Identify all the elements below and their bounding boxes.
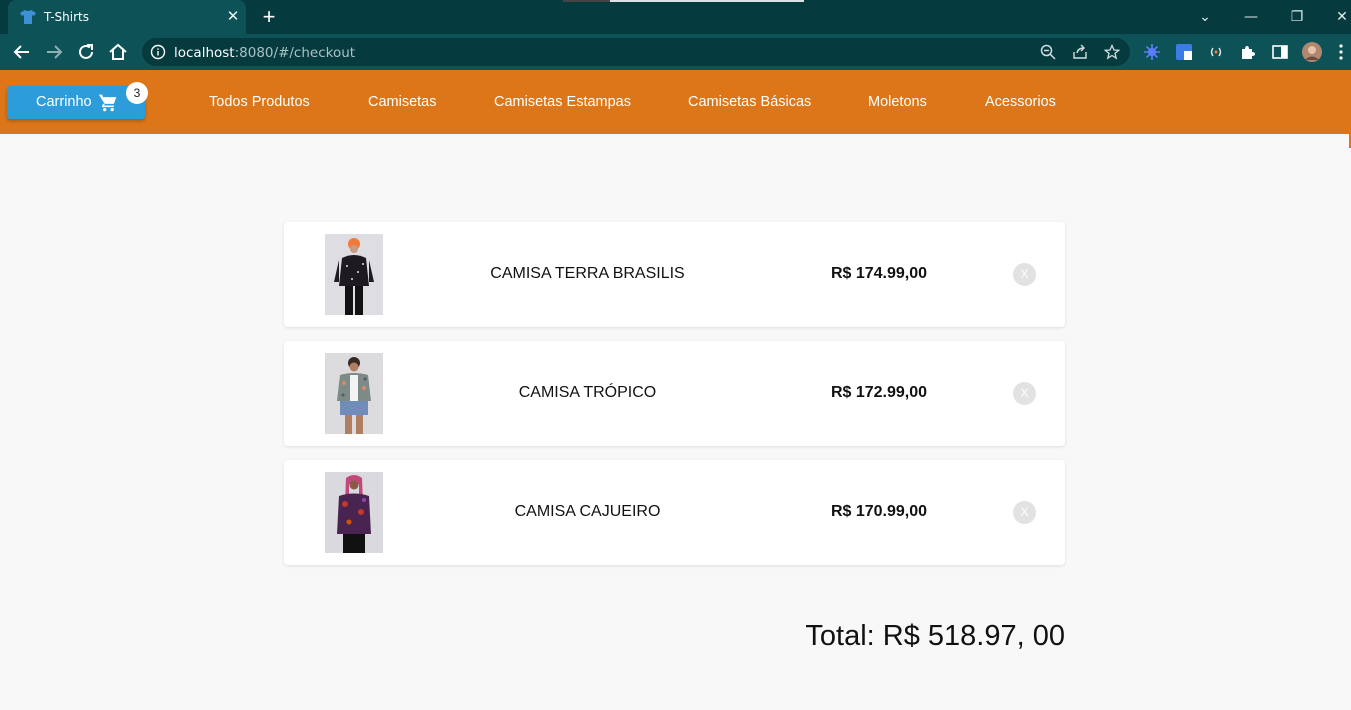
minimize-button[interactable]: — [1241, 7, 1261, 27]
site-header: Carrinho 3 Todos Produtos Camisetas Cami… [0, 70, 1351, 134]
nav-camisetas[interactable]: Camisetas [368, 94, 437, 110]
product-name: CAMISA TRÓPICO [518, 384, 657, 401]
product-price: R$ 172.99,00 [830, 384, 928, 401]
product-name: CAMISA CAJUEIRO [514, 503, 661, 520]
restore-button[interactable]: ❐ [1287, 7, 1307, 27]
home-icon[interactable] [107, 41, 129, 63]
translate-icon[interactable] [1175, 43, 1193, 61]
cart-button[interactable]: Carrinho [7, 86, 145, 119]
browser-toolbar: localhost:8080/#/checkout [0, 34, 1351, 70]
close-window-button[interactable]: ✕ [1332, 7, 1351, 27]
extension-icon[interactable] [1143, 43, 1161, 61]
cart-item: CAMISA TRÓPICO R$ 172.99,00 X [284, 341, 1065, 446]
puzzle-icon[interactable] [1239, 43, 1257, 61]
avatar[interactable] [1302, 42, 1322, 62]
star-icon[interactable] [1104, 44, 1120, 60]
browser-tab[interactable]: T-Shirts ✕ [8, 0, 246, 34]
cart-icon [98, 94, 117, 112]
product-price: R$ 170.99,00 [830, 503, 928, 520]
address-bar[interactable]: localhost:8080/#/checkout [142, 38, 1130, 66]
tab-close-button[interactable]: ✕ [224, 8, 242, 26]
nav-todos-produtos[interactable]: Todos Produtos [209, 94, 310, 110]
product-image [325, 234, 383, 315]
cart-count-badge: 3 [126, 82, 148, 104]
product-image [325, 472, 383, 553]
info-icon[interactable] [150, 44, 166, 60]
nav-camisetas-basicas[interactable]: Camisetas Básicas [688, 94, 811, 110]
remove-item-button[interactable]: X [1013, 263, 1036, 286]
cart-item: CAMISA TERRA BRASILIS R$ 174.99,00 X [284, 222, 1065, 327]
tab-strip-divider [563, 0, 610, 2]
browser-tab-bar: T-Shirts ✕ + ⌄ — ❐ ✕ [0, 0, 1351, 34]
url-host: localhost [174, 45, 235, 61]
zoom-icon[interactable] [1040, 44, 1056, 60]
cart-item: CAMISA CAJUEIRO R$ 170.99,00 X [284, 460, 1065, 565]
reload-icon[interactable] [75, 41, 97, 63]
cart-label: Carrinho [36, 94, 92, 110]
nav-acessorios[interactable]: Acessorios [985, 94, 1056, 110]
side-panel-icon[interactable] [1271, 43, 1289, 61]
menu-dots-icon[interactable] [1336, 43, 1346, 61]
url-path: :8080/#/checkout [234, 45, 356, 61]
forward-arrow-icon[interactable] [43, 41, 65, 63]
nav-camisetas-estampas[interactable]: Camisetas Estampas [494, 94, 631, 110]
new-tab-button[interactable]: + [258, 6, 280, 28]
devtools-extension-icon[interactable] [1207, 43, 1225, 61]
product-price: R$ 174.99,00 [830, 265, 928, 282]
tab-search-button[interactable]: ⌄ [1195, 7, 1215, 27]
back-arrow-icon[interactable] [11, 41, 33, 63]
tab-strip-highlight [610, 0, 804, 2]
product-name: CAMISA TERRA BRASILIS [490, 265, 685, 282]
tshirt-icon [20, 10, 36, 24]
remove-item-button[interactable]: X [1013, 501, 1036, 524]
share-icon[interactable] [1072, 44, 1088, 60]
cart-total: Total: R$ 518.97, 00 [805, 620, 1065, 652]
nav-moletons[interactable]: Moletons [868, 94, 927, 110]
product-image [325, 353, 383, 434]
remove-item-button[interactable]: X [1013, 382, 1036, 405]
tab-title: T-Shirts [44, 10, 90, 24]
url-text[interactable]: localhost:8080/#/checkout [174, 45, 355, 61]
